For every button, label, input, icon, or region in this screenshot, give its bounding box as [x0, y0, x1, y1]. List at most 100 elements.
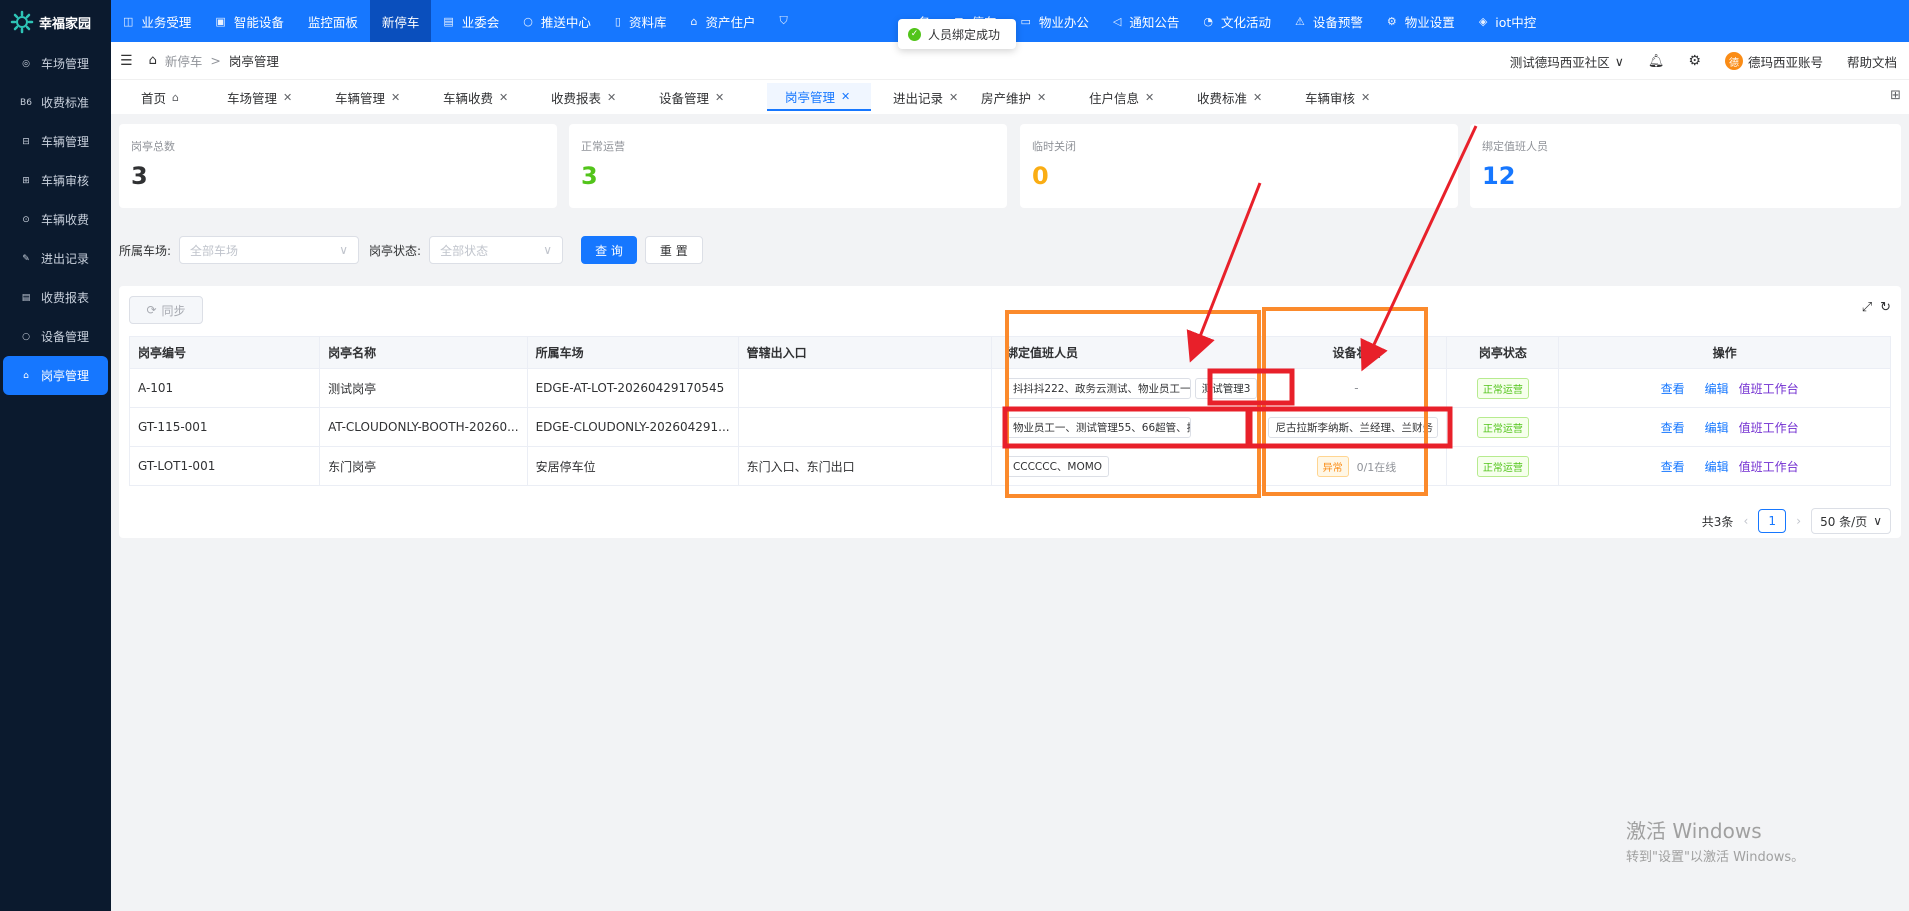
col-header: 岗亭编号	[128, 336, 321, 369]
app-logo[interactable]: 幸福家园	[0, 0, 111, 44]
topnav-label: 通知公告	[1129, 14, 1180, 30]
topnav-item-library[interactable]: ▯ 资料库	[603, 0, 679, 42]
view-link[interactable]: 查看	[1661, 421, 1685, 435]
tab-label: 设备管理	[659, 90, 710, 106]
topnav-item-smart-devices[interactable]: ▣ 智能设备	[203, 0, 295, 42]
tab-access-records[interactable]: 进出记录 ✕	[871, 83, 981, 111]
tab-devices[interactable]: 设备管理 ✕	[659, 83, 767, 111]
bell-icon[interactable]: 🔔︎	[1636, 54, 1677, 69]
account-name: 德玛西亚账号	[1747, 54, 1823, 70]
tab-label: 进出记录	[893, 90, 944, 106]
edit-link[interactable]: 编辑	[1705, 382, 1729, 396]
sidebar-item-label: 收费标准	[41, 96, 90, 110]
gear-icon[interactable]: ⚙	[1676, 53, 1713, 69]
reset-button[interactable]: 重 置	[644, 236, 703, 264]
device-warn-badge: 异常	[1316, 455, 1349, 477]
windows-activation-title: 激活 Windows	[1626, 819, 1762, 843]
topnav-item-assets[interactable]: ⌂ 资产住户	[679, 0, 768, 42]
topnav-item-iot[interactable]: ◈ iot中控	[1467, 0, 1549, 42]
app-name: 幸福家园	[39, 16, 92, 32]
edit-link[interactable]: 编辑	[1705, 460, 1729, 474]
breadcrumb-item[interactable]: 新停车	[165, 51, 203, 70]
close-icon[interactable]: ✕	[499, 91, 508, 104]
sidebar-item-access-records[interactable]: ✎ 进出记录	[0, 239, 111, 278]
close-icon[interactable]: ✕	[1145, 91, 1154, 104]
fullscreen-icon[interactable]: ⤢	[1862, 300, 1872, 315]
tab-parking-lots[interactable]: 车场管理 ✕	[227, 83, 335, 111]
refresh-icon[interactable]: ↻	[1880, 300, 1891, 315]
view-link[interactable]: 查看	[1661, 460, 1685, 474]
sidebar-item-vehicle-audit[interactable]: ⊞ 车辆审核	[0, 161, 111, 200]
close-icon[interactable]: ✕	[1253, 91, 1262, 104]
sidebar: 幸福家园 ◎ 车场管理 B6 收费标准 ⊟ 车辆管理 ⊞ 车辆审核 ⊙ 车辆收费 ✎ 进出记…	[0, 0, 111, 911]
audit-icon: ⊞	[22, 175, 30, 186]
close-icon[interactable]: ✕	[283, 91, 292, 104]
clock-icon: ◔	[1203, 14, 1214, 28]
topnav-item-partial[interactable]: ⛉	[768, 0, 792, 42]
tab-home[interactable]: 首页 ⌂	[141, 83, 227, 111]
edit-link[interactable]: 编辑	[1705, 421, 1729, 435]
duty-workbench-link[interactable]: 值班工作台	[1739, 421, 1799, 435]
topnav-label: 物业设置	[1404, 14, 1455, 30]
tab-vehicle-fees[interactable]: 车辆收费 ✕	[443, 83, 551, 111]
col-header: 操作	[1558, 336, 1891, 369]
device-icon: ▣	[215, 14, 226, 28]
close-icon[interactable]: ✕	[715, 91, 724, 104]
community-name: 测试德玛西亚社区	[1509, 54, 1610, 70]
topnav-item-new-parking[interactable]: 新停车	[369, 0, 432, 42]
home-icon[interactable]: ⌂	[149, 53, 157, 68]
sidebar-item-devices[interactable]: ○ 设备管理	[0, 317, 111, 356]
menu-toggle-icon[interactable]: ☰	[120, 53, 133, 69]
topnav-item-notices[interactable]: ◁ 通知公告	[1101, 0, 1191, 42]
tab-vehicle-audit[interactable]: 车辆审核 ✕	[1305, 83, 1413, 111]
grid-icon[interactable]: ⊞	[1890, 88, 1901, 103]
help-docs-link[interactable]: 帮助文档	[1835, 52, 1909, 71]
close-icon[interactable]: ✕	[841, 90, 850, 103]
tab-property[interactable]: 房产维护 ✕	[981, 83, 1089, 111]
pagination: 共3条 ‹ 1 › 50 条/页 ∨	[1702, 508, 1891, 534]
sync-button[interactable]: ⟳ 同步	[129, 296, 203, 324]
lot-select[interactable]: 全部车场 ∨	[179, 236, 360, 264]
topnav-item-owners-committee[interactable]: ▤ 业委会	[431, 0, 511, 42]
sidebar-item-parking[interactable]: ◎ 车场管理	[0, 44, 111, 83]
sidebar-item-vehicles[interactable]: ⊟ 车辆管理	[0, 122, 111, 161]
close-icon[interactable]: ✕	[1361, 91, 1370, 104]
topnav-item-settings[interactable]: ⚙ 物业设置	[1375, 0, 1467, 42]
topnav-item-monitor[interactable]: 监控面板	[296, 0, 370, 42]
next-page-icon[interactable]: ›	[1796, 514, 1801, 528]
topnav-item-business[interactable]: ◫ 业务受理	[111, 0, 203, 42]
col-header: 设备状态	[1265, 336, 1448, 369]
windows-activation-hint: 转到"设置"以激活 Windows。	[1626, 850, 1805, 865]
sidebar-item-label: 车场管理	[41, 57, 90, 71]
topnav-label: 智能设备	[233, 14, 284, 30]
close-icon[interactable]: ✕	[949, 91, 958, 104]
account-menu[interactable]: 德德玛西亚账号	[1713, 52, 1835, 71]
topnav-item-office[interactable]: ▭ 物业办公	[1009, 0, 1101, 42]
page-number[interactable]: 1	[1758, 509, 1787, 533]
close-icon[interactable]: ✕	[391, 91, 400, 104]
duty-workbench-link[interactable]: 值班工作台	[1739, 382, 1799, 396]
close-icon[interactable]: ✕	[1037, 91, 1046, 104]
tab-fee-report[interactable]: 收费报表 ✕	[551, 83, 659, 111]
tab-booths[interactable]: 岗亭管理 ✕	[767, 83, 871, 111]
page-size-select[interactable]: 50 条/页 ∨	[1811, 508, 1891, 534]
topnav-item-push-center[interactable]: ○ 推送中心	[511, 0, 603, 42]
sidebar-item-tariff[interactable]: B6 收费标准	[0, 83, 111, 122]
query-button[interactable]: 查 询	[581, 236, 637, 264]
tab-tariff[interactable]: 收费标准 ✕	[1197, 83, 1305, 111]
community-selector[interactable]: 测试德玛西亚社区 ∨	[1498, 52, 1636, 71]
status-select[interactable]: 全部状态 ∨	[429, 236, 564, 264]
sidebar-item-booths[interactable]: ⌂ 岗亭管理	[3, 356, 108, 395]
prev-page-icon[interactable]: ‹	[1743, 514, 1748, 528]
tab-vehicles[interactable]: 车辆管理 ✕	[335, 83, 443, 111]
close-icon[interactable]: ✕	[607, 91, 616, 104]
topnav-item-device-alerts[interactable]: ⚠ 设备预警	[1283, 0, 1375, 42]
tab-residents[interactable]: 住户信息 ✕	[1089, 83, 1197, 111]
duty-workbench-link[interactable]: 值班工作台	[1739, 460, 1799, 474]
cell-status: 正常运营	[1446, 368, 1560, 408]
sidebar-item-vehicle-fees[interactable]: ⊙ 车辆收费	[0, 200, 111, 239]
view-link[interactable]: 查看	[1661, 382, 1685, 396]
tab-label: 车辆审核	[1305, 90, 1356, 106]
sidebar-item-fee-report[interactable]: ▤ 收费报表	[0, 278, 111, 317]
topnav-item-culture[interactable]: ◔ 文化活动	[1191, 0, 1283, 42]
